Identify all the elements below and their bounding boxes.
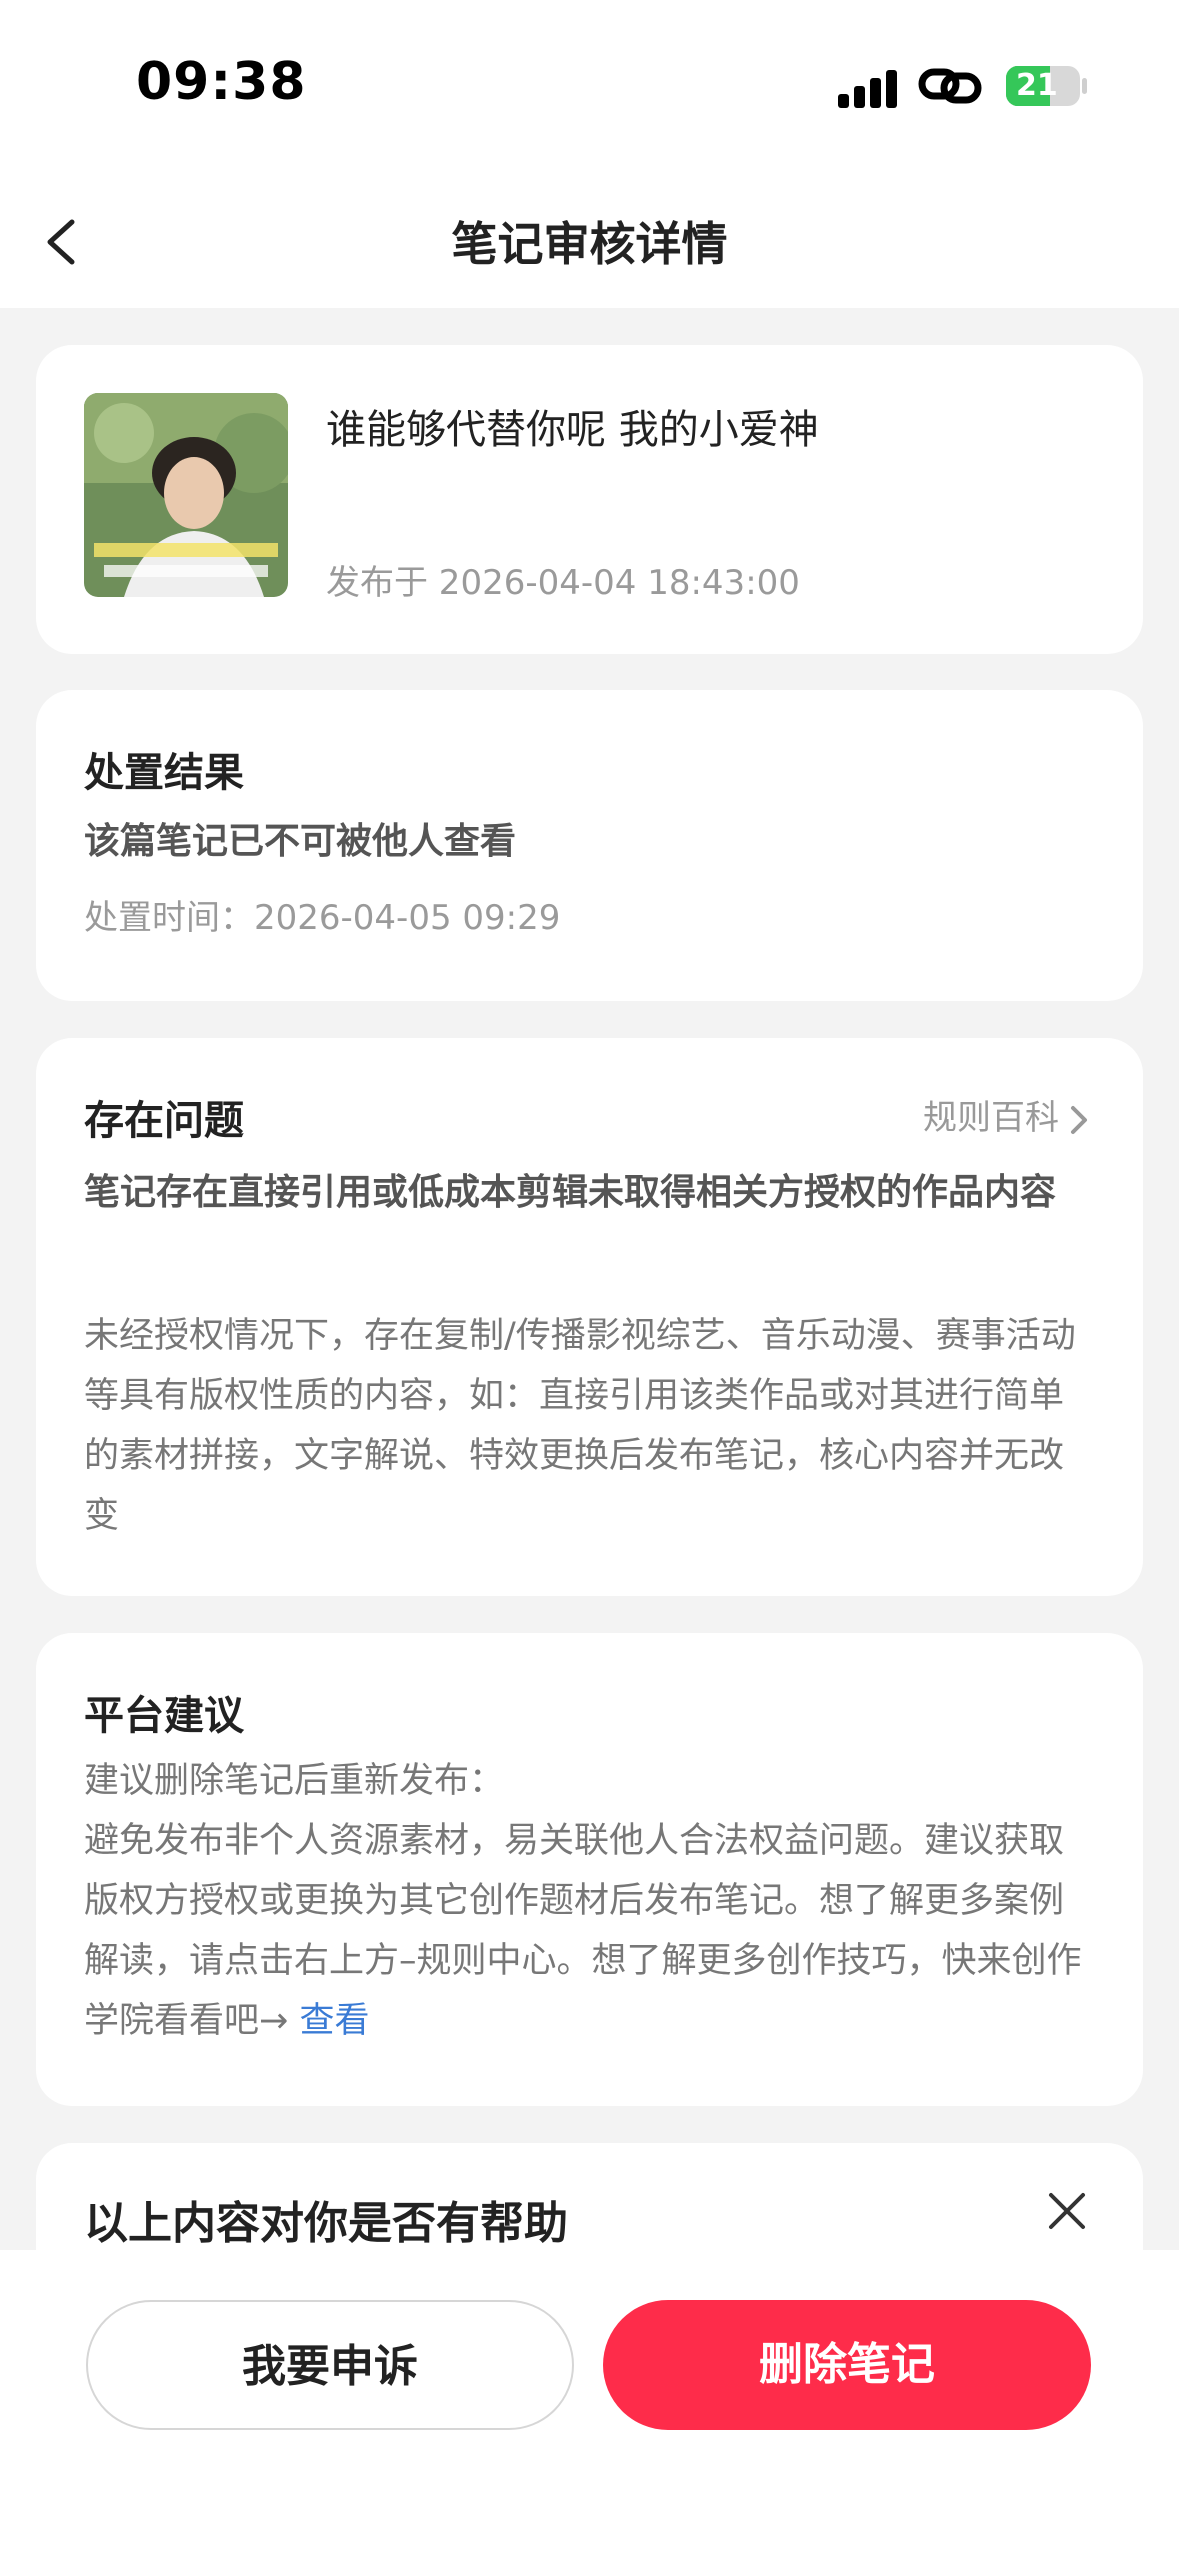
note-title: 谁能够代替你呢 我的小爱神 [326, 407, 819, 453]
issue-card: 存在问题 规则百科 笔记存在直接引用或低成本剪辑未取得相关方授权的作品内容 未经… [36, 1038, 1143, 1596]
note-thumbnail[interactable] [84, 393, 288, 597]
result-card: 处置结果 该篇笔记已不可被他人查看 处置时间：2026-04-05 09:29 [36, 690, 1143, 1001]
close-icon[interactable] [1043, 2187, 1091, 2235]
signal-icon [838, 68, 898, 108]
status-bar: 09:38 21 [0, 0, 1179, 170]
page-title: 笔记审核详情 [451, 217, 728, 271]
issue-title: 存在问题 [84, 1098, 244, 1144]
delete-note-button[interactable]: 删除笔记 [603, 2300, 1091, 2430]
advice-line1: 建议删除笔记后重新发布： [84, 1761, 505, 1801]
nav-bar: 笔记审核详情 [0, 170, 1179, 308]
advice-title: 平台建议 [84, 1693, 244, 1739]
advice-card: 平台建议 建议删除笔记后重新发布： 避免发布非个人资源素材，易关联他人合法权益问… [36, 1633, 1143, 2106]
link-icon [918, 62, 982, 110]
chevron-right-icon [1071, 1105, 1087, 1134]
battery-icon: 21 [1006, 66, 1080, 106]
note-publish-date: 发布于 2026-04-04 18:43:00 [326, 563, 800, 603]
rule-wiki-link[interactable]: 规则百科 [923, 1090, 1091, 1139]
result-time: 处置时间：2026-04-05 09:29 [84, 898, 561, 938]
view-link[interactable]: 查看 [299, 2001, 369, 2041]
advice-body: 避免发布非个人资源素材，易关联他人合法权益问题。建议获取版权方授权或更换为其它创… [84, 1811, 1095, 2051]
appeal-button[interactable]: 我要申诉 [86, 2300, 574, 2430]
issue-headline: 笔记存在直接引用或低成本剪辑未取得相关方授权的作品内容 [84, 1172, 1057, 1213]
issue-description: 未经授权情况下，存在复制/传播影视综艺、音乐动漫、赛事活动等具有版权性质的内容，… [84, 1316, 1076, 1536]
battery-cap [1082, 78, 1087, 94]
advice-body-text: 避免发布非个人资源素材，易关联他人合法权益问题。建议获取版权方授权或更换为其它创… [84, 1821, 1082, 2041]
battery-level: 21 [1016, 68, 1058, 103]
rule-wiki-label: 规则百科 [923, 1098, 1059, 1138]
result-title: 处置结果 [84, 750, 244, 796]
note-card[interactable]: 谁能够代替你呢 我的小爱神 发布于 2026-04-04 18:43:00 [36, 345, 1143, 654]
bottom-action-bar: 我要申诉 删除笔记 [0, 2250, 1179, 2556]
feedback-title: 以上内容对你是否有帮助 [84, 2198, 568, 2249]
status-time: 09:38 [136, 52, 307, 112]
result-text: 该篇笔记已不可被他人查看 [84, 821, 517, 862]
